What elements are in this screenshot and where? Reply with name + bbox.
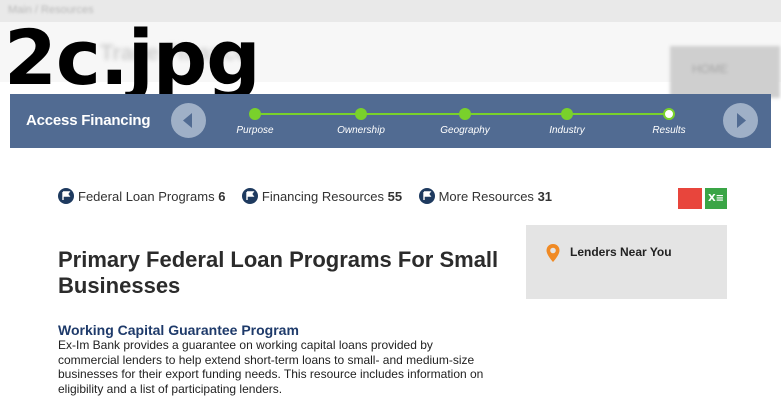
flag-icon	[241, 187, 258, 204]
resource-tabs: Federal Loan Programs 6 Financing Resour…	[58, 187, 564, 207]
tab-count: 55	[387, 188, 403, 204]
tab-federal-loan-programs[interactable]: Federal Loan Programs 6	[58, 187, 226, 204]
flag-icon	[58, 187, 74, 204]
export-pdf-button[interactable]	[678, 188, 702, 209]
tab-label: Financing Resources	[261, 188, 385, 204]
lenders-near-you-panel[interactable]: Lenders Near You	[526, 225, 727, 299]
tab-count: 6	[218, 188, 226, 204]
flag-icon	[418, 187, 435, 204]
step-label: Purpose	[236, 125, 274, 136]
tab-label: More Resources	[438, 188, 534, 204]
step-ownership[interactable]: Ownership	[311, 94, 411, 148]
step-label: Geography	[440, 125, 490, 136]
next-step-button[interactable]	[723, 103, 758, 138]
step-label: Industry	[549, 125, 585, 136]
step-dot	[561, 108, 573, 120]
tab-more-resources[interactable]: More Resources 31	[418, 187, 553, 204]
export-excel-button[interactable]: X≡	[705, 188, 727, 209]
step-dot	[249, 108, 261, 120]
chevron-left-icon	[183, 113, 192, 128]
chevron-right-icon	[737, 113, 746, 128]
header-faded-button[interactable]: HOME	[670, 46, 780, 98]
prev-step-button[interactable]	[171, 103, 206, 138]
program-title-link[interactable]: Working Capital Guarantee Program	[58, 322, 299, 338]
step-industry[interactable]: Industry	[517, 94, 617, 148]
step-dot	[459, 108, 471, 120]
tab-label: Federal Loan Programs	[78, 188, 215, 204]
step-dot-current	[663, 108, 675, 120]
step-dot	[355, 108, 367, 120]
map-pin-icon	[546, 244, 560, 262]
tab-count: 31	[537, 188, 553, 204]
step-label: Ownership	[337, 125, 385, 136]
tab-financing-resources[interactable]: Financing Resources 55	[241, 187, 403, 204]
header-faded-button-label: HOME	[692, 62, 728, 76]
step-geography[interactable]: Geography	[415, 94, 515, 148]
step-results[interactable]: Results	[619, 94, 719, 148]
program-description: Ex-Im Bank provides a guarantee on worki…	[58, 338, 484, 396]
watermark-label: 2c.jpg	[4, 13, 261, 102]
progress-bar: Access Financing Purpose Ownership Geogr…	[10, 94, 771, 148]
lenders-near-you-label: Lenders Near You	[570, 245, 672, 259]
page-title: Primary Federal Loan Programs For Small …	[58, 247, 499, 298]
step-label: Results	[652, 125, 686, 136]
progress-title: Access Financing	[26, 112, 151, 129]
step-purpose[interactable]: Purpose	[205, 94, 305, 148]
